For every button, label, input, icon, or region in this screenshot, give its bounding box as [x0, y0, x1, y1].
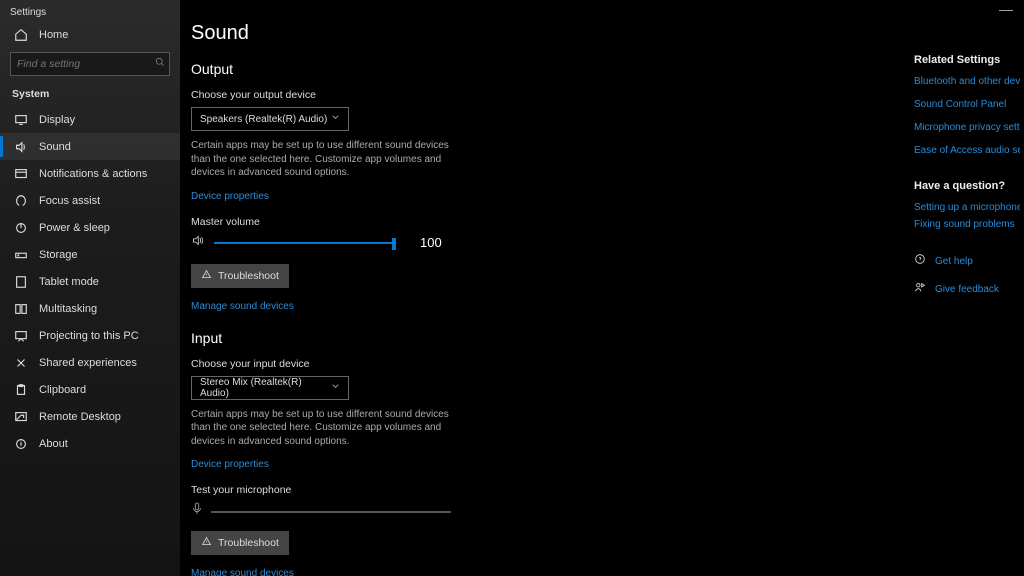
nav-label: Power & sleep	[39, 222, 110, 234]
input-device-properties-link[interactable]: Device properties	[191, 459, 269, 470]
btn-label: Troubleshoot	[218, 270, 279, 282]
microphone-icon	[191, 502, 203, 521]
nav-label: Display	[39, 114, 75, 126]
input-choose-label: Choose your input device	[191, 358, 811, 370]
notifications-icon	[14, 167, 28, 181]
page-title: Sound	[191, 22, 811, 45]
main-content: Sound Output Choose your output device S…	[191, 22, 811, 576]
nav-label: Storage	[39, 249, 78, 261]
manage-input-link[interactable]: Manage sound devices	[191, 568, 294, 576]
sidebar-item-projecting[interactable]: Projecting to this PC	[0, 322, 180, 349]
mic-level-bar	[211, 511, 451, 513]
sidebar-item-power[interactable]: Power & sleep	[0, 214, 180, 241]
get-help-link[interactable]: Get help	[914, 252, 1020, 270]
sidebar-item-storage[interactable]: Storage	[0, 241, 180, 268]
display-icon	[14, 113, 28, 127]
related-link[interactable]: Microphone privacy settings	[914, 122, 1020, 133]
help-icon	[914, 252, 926, 270]
output-device-properties-link[interactable]: Device properties	[191, 191, 269, 202]
sidebar: Settings Home System Display Sound Notif…	[0, 0, 180, 576]
multitask-icon	[14, 302, 28, 316]
nav-label: Sound	[39, 141, 71, 153]
focus-icon	[14, 194, 28, 208]
output-troubleshoot-button[interactable]: Troubleshoot	[191, 264, 289, 288]
nav-label: Projecting to this PC	[39, 330, 139, 342]
project-icon	[14, 329, 28, 343]
output-hint: Certain apps may be set up to use differ…	[191, 139, 451, 180]
chevron-down-icon	[331, 382, 340, 394]
output-device-select[interactable]: Speakers (Realtek(R) Audio)	[191, 107, 349, 131]
shared-icon	[14, 356, 28, 370]
nav-label: Notifications & actions	[39, 168, 147, 180]
nav-label: Remote Desktop	[39, 411, 121, 423]
related-link[interactable]: Sound Control Panel	[914, 99, 1020, 110]
tablet-icon	[14, 275, 28, 289]
volume-slider[interactable]	[214, 242, 392, 244]
question-header: Have a question?	[914, 180, 1020, 192]
nav-label: Home	[39, 29, 68, 41]
sidebar-item-multitasking[interactable]: Multitasking	[0, 295, 180, 322]
volume-value: 100	[420, 235, 442, 250]
sidebar-item-clipboard[interactable]: Clipboard	[0, 376, 180, 403]
related-header: Related Settings	[914, 54, 1020, 66]
speaker-icon[interactable]	[191, 234, 204, 252]
input-hint: Certain apps may be set up to use differ…	[191, 408, 451, 449]
about-icon	[14, 437, 28, 451]
sidebar-item-about[interactable]: About	[0, 430, 180, 457]
sound-icon	[14, 140, 28, 154]
nav-label: About	[39, 438, 68, 450]
output-device-value: Speakers (Realtek(R) Audio)	[200, 114, 327, 125]
sidebar-item-notifications[interactable]: Notifications & actions	[0, 160, 180, 187]
nav-label: Clipboard	[39, 384, 86, 396]
nav-label: Tablet mode	[39, 276, 99, 288]
sidebar-item-shared[interactable]: Shared experiences	[0, 349, 180, 376]
warning-icon	[201, 536, 212, 550]
search-icon	[154, 55, 166, 73]
manage-output-link[interactable]: Manage sound devices	[191, 301, 294, 312]
nav-label: Multitasking	[39, 303, 97, 315]
input-troubleshoot-button[interactable]: Troubleshoot	[191, 531, 289, 555]
clipboard-icon	[14, 383, 28, 397]
sidebar-item-remote[interactable]: Remote Desktop	[0, 403, 180, 430]
input-device-value: Stereo Mix (Realtek(R) Audio)	[200, 377, 331, 399]
home-icon	[14, 28, 28, 42]
nav-home[interactable]: Home	[0, 21, 180, 48]
sidebar-item-tablet[interactable]: Tablet mode	[0, 268, 180, 295]
power-icon	[14, 221, 28, 235]
input-heading: Input	[191, 330, 811, 346]
chevron-down-icon	[331, 113, 340, 125]
app-title: Settings	[0, 4, 180, 21]
related-panel: Related Settings Bluetooth and other dev…	[914, 54, 1024, 308]
category-header: System	[0, 84, 180, 106]
search-input[interactable]	[10, 52, 170, 76]
search-field[interactable]	[17, 58, 154, 70]
question-link[interactable]: Setting up a microphone	[914, 202, 1020, 213]
btn-label: Troubleshoot	[218, 537, 279, 549]
sidebar-item-sound[interactable]: Sound	[0, 133, 180, 160]
question-link[interactable]: Fixing sound problems	[914, 219, 1020, 230]
nav-label: Shared experiences	[39, 357, 137, 369]
related-link[interactable]: Ease of Access audio settings	[914, 145, 1020, 156]
related-link[interactable]: Bluetooth and other devices	[914, 76, 1020, 87]
master-volume-label: Master volume	[191, 216, 811, 228]
input-device-select[interactable]: Stereo Mix (Realtek(R) Audio)	[191, 376, 349, 400]
output-heading: Output	[191, 61, 811, 77]
output-choose-label: Choose your output device	[191, 89, 811, 101]
nav-label: Focus assist	[39, 195, 100, 207]
warning-icon	[201, 269, 212, 283]
feedback-icon	[914, 280, 926, 298]
storage-icon	[14, 248, 28, 262]
minimize-button[interactable]: —	[996, 3, 1016, 15]
give-feedback-link[interactable]: Give feedback	[914, 280, 1020, 298]
test-mic-label: Test your microphone	[191, 484, 811, 496]
sidebar-item-focus[interactable]: Focus assist	[0, 187, 180, 214]
remote-icon	[14, 410, 28, 424]
sidebar-item-display[interactable]: Display	[0, 106, 180, 133]
